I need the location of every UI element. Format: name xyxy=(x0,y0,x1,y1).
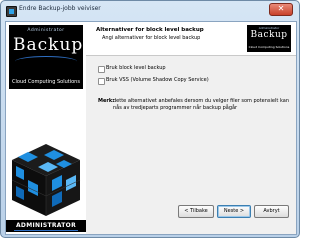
logo-brand: Backup xyxy=(13,35,84,55)
page-subtitle: Angi alternativer for block level backup xyxy=(102,35,201,41)
note-text: dette alternativet anbefales dersom du v… xyxy=(113,98,289,111)
title-bar[interactable]: Endre Backup-jobb veiviser ✕ xyxy=(1,1,299,21)
page-title: Alternativer for block level backup xyxy=(96,27,204,33)
sidebar: Administrator Backup Cloud Computing Sol… xyxy=(6,22,86,234)
app-icon xyxy=(6,6,17,17)
block-level-label[interactable]: Bruk block level backup xyxy=(106,65,166,71)
window-title: Endre Backup-jobb veiviser xyxy=(19,5,101,12)
block-level-checkbox[interactable] xyxy=(98,66,105,73)
close-button[interactable]: ✕ xyxy=(269,3,293,16)
sidebar-footer-text: ADMINISTRATOR xyxy=(6,220,86,232)
header-logo-tagline: Cloud Computing Solutions xyxy=(248,45,290,49)
logo-swoosh xyxy=(15,56,77,67)
vss-checkbox[interactable] xyxy=(98,78,105,85)
note-label: Merk: xyxy=(98,98,115,104)
wizard-window: Endre Backup-jobb veiviser ✕ Administrat… xyxy=(0,0,300,238)
header-logo-brand: Backup xyxy=(250,30,288,40)
close-icon: ✕ xyxy=(277,4,285,13)
header-logo: Administrator Backup Cloud Computing Sol… xyxy=(247,25,291,52)
back-button[interactable]: < Tilbake xyxy=(178,205,214,218)
wizard-body: Administrator Backup Cloud Computing Sol… xyxy=(5,21,297,235)
sidebar-logo: Administrator Backup Cloud Computing Sol… xyxy=(9,25,83,89)
cancel-button[interactable]: Avbryt xyxy=(254,205,289,218)
cube-illustration xyxy=(11,144,81,216)
logo-top-text: Administrator xyxy=(27,28,65,33)
page-header: Alternativer for block level backup Angi… xyxy=(86,22,296,56)
vss-label[interactable]: Bruk VSS (Volume Shadow Copy Service) xyxy=(106,77,209,83)
next-button[interactable]: Neste > xyxy=(217,205,251,218)
logo-tagline: Cloud Computing Solutions xyxy=(12,79,80,85)
